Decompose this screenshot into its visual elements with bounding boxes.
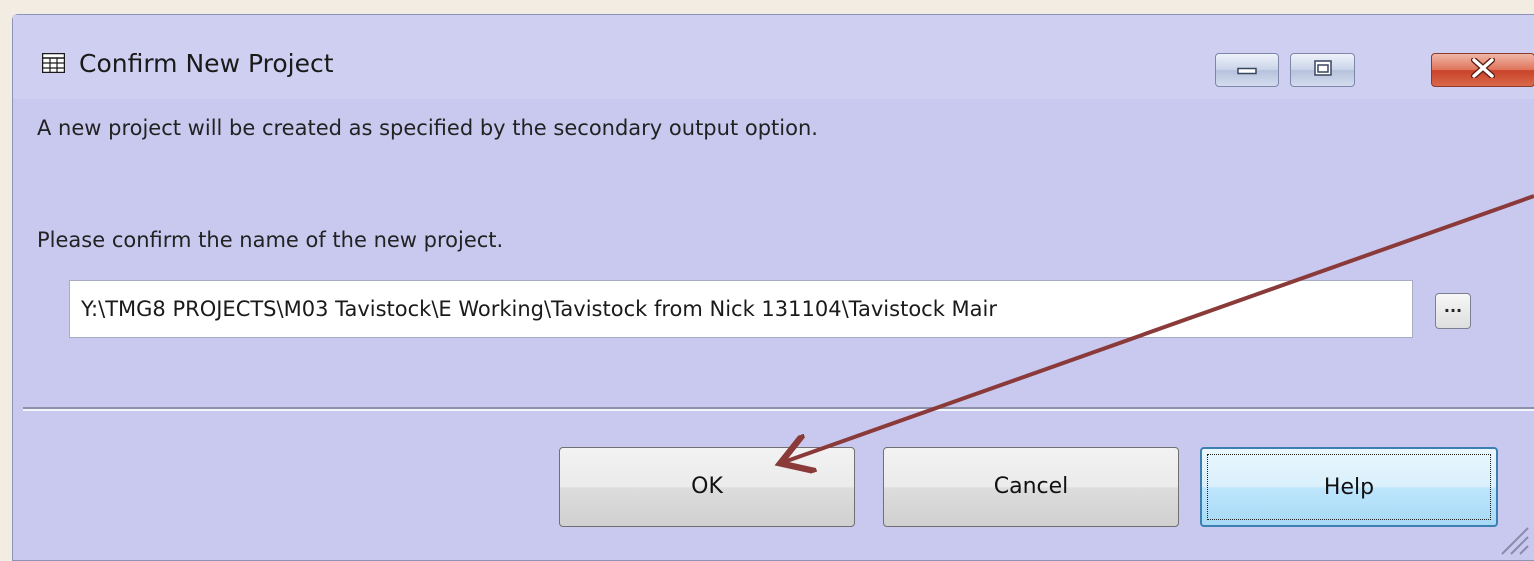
close-button[interactable] — [1431, 53, 1534, 87]
dialog-message: A new project will be created as specifi… — [37, 116, 818, 140]
separator — [23, 407, 1534, 411]
browse-button[interactable]: ... — [1435, 293, 1471, 329]
title-bar[interactable]: Confirm New Project — [13, 15, 1534, 99]
confirm-new-project-dialog: Confirm New Project A new project will b… — [12, 14, 1534, 561]
minimize-button[interactable] — [1215, 53, 1279, 87]
maximize-icon — [1313, 60, 1332, 80]
cancel-button[interactable]: Cancel — [883, 447, 1179, 527]
window-title: Confirm New Project — [79, 49, 334, 78]
minimize-icon — [1237, 61, 1257, 80]
project-name-input[interactable] — [69, 280, 1413, 338]
help-button[interactable]: Help — [1200, 447, 1498, 527]
maximize-button[interactable] — [1290, 53, 1355, 87]
resize-grip-icon[interactable] — [1494, 520, 1530, 556]
table-window-icon — [41, 52, 66, 74]
ok-button[interactable]: OK — [559, 447, 855, 527]
confirm-prompt-label: Please confirm the name of the new proje… — [37, 228, 504, 252]
close-icon — [1471, 57, 1495, 82]
focus-ring — [1207, 454, 1491, 520]
